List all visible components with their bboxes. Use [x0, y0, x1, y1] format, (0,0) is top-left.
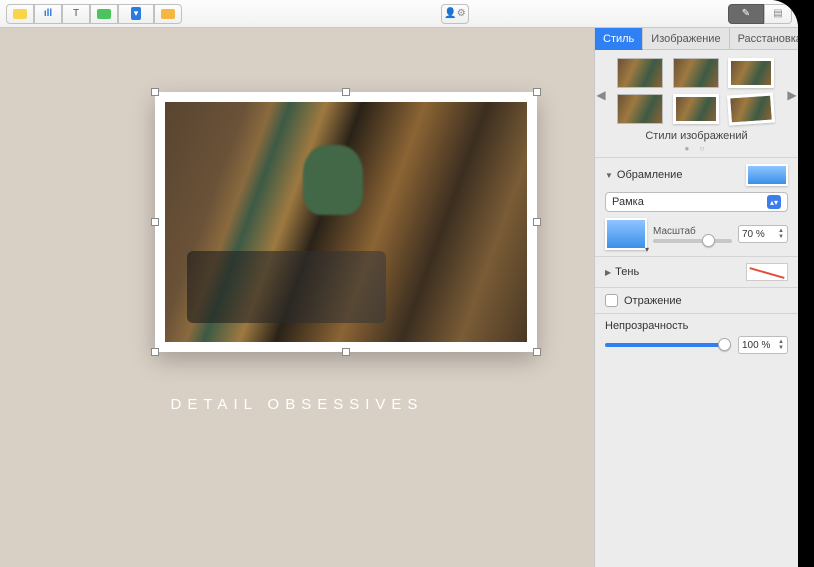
- resize-handle-b[interactable]: [342, 348, 350, 356]
- tab-image[interactable]: Изображение: [643, 28, 729, 50]
- resize-handle-tr[interactable]: [533, 88, 541, 96]
- scale-stepper[interactable]: 70 % ▲▼: [738, 225, 788, 243]
- format-sidebar: Стиль Изображение Расстановка ◀ ▶ Стили …: [594, 28, 798, 567]
- resize-handle-t[interactable]: [342, 88, 350, 96]
- text-icon: T: [73, 8, 79, 19]
- document-button[interactable]: ▤: [764, 4, 792, 24]
- shape-icon: [97, 9, 111, 19]
- shape-button[interactable]: [90, 4, 118, 24]
- styles-page-dots[interactable]: ● ○: [603, 144, 790, 153]
- dropdown-arrow-icon: ▴▾: [767, 195, 781, 209]
- image-styles-panel: ◀ ▶ Стили изображений ● ○: [595, 50, 798, 157]
- opacity-section: Непрозрачность 100 % ▲▼: [595, 313, 798, 360]
- slide-caption[interactable]: DETAIL OBSESSIVES: [0, 396, 594, 413]
- scale-label: Масштаб: [653, 226, 732, 237]
- text-button[interactable]: T: [62, 4, 90, 24]
- sidebar-tabs: Стиль Изображение Расстановка: [595, 28, 798, 50]
- scale-slider-knob[interactable]: [702, 234, 715, 247]
- reflection-checkbox[interactable]: [605, 294, 618, 307]
- border-section: ▼ Обрамление Рамка ▴▾ Масштаб: [595, 157, 798, 256]
- reflection-section: Отражение: [595, 287, 798, 313]
- border-preview: [746, 164, 788, 186]
- frame-style-picker[interactable]: [605, 218, 647, 250]
- opacity-label: Непрозрачность: [605, 320, 788, 332]
- style-thumb-3[interactable]: [728, 58, 774, 88]
- opacity-value: 100 %: [742, 340, 770, 351]
- scale-slider[interactable]: [653, 239, 732, 243]
- opacity-slider[interactable]: [605, 343, 730, 347]
- format-icon: ✎: [742, 8, 750, 19]
- shadow-section: ▶ Тень: [595, 256, 798, 287]
- comment-button[interactable]: [154, 4, 182, 24]
- stepper-arrows-icon[interactable]: ▲▼: [778, 339, 784, 351]
- resize-handle-tl[interactable]: [151, 88, 159, 96]
- chart-icon: ıll: [44, 8, 52, 19]
- collaborate-button[interactable]: 👤⚙: [441, 4, 469, 24]
- stepper-arrows-icon[interactable]: ▲▼: [778, 228, 784, 240]
- styles-prev[interactable]: ◀: [595, 88, 607, 102]
- media-button[interactable]: ▾: [118, 4, 154, 24]
- selected-image[interactable]: [155, 92, 537, 352]
- resize-handle-r[interactable]: [533, 218, 541, 226]
- frame-type-value: Рамка: [612, 196, 644, 208]
- format-button[interactable]: ✎: [728, 4, 764, 24]
- tab-style[interactable]: Стиль: [595, 28, 643, 50]
- style-thumb-2[interactable]: [673, 58, 719, 88]
- styles-next[interactable]: ▶: [786, 88, 798, 102]
- chart-button[interactable]: ıll: [34, 4, 62, 24]
- shadow-heading[interactable]: ▶ Тень: [605, 263, 788, 281]
- disclosure-down-icon: ▼: [605, 171, 613, 180]
- table-icon: [13, 9, 27, 19]
- opacity-stepper[interactable]: 100 % ▲▼: [738, 336, 788, 354]
- comment-icon: [161, 9, 175, 19]
- resize-handle-br[interactable]: [533, 348, 541, 356]
- table-button[interactable]: [6, 4, 34, 24]
- shadow-heading-label: Тень: [615, 266, 639, 278]
- main-toolbar: ıll T ▾ 👤⚙ ✎ ▤: [0, 0, 798, 28]
- style-thumb-6[interactable]: [727, 92, 775, 125]
- styles-label: Стили изображений: [603, 130, 790, 142]
- media-icon: ▾: [131, 7, 142, 20]
- opacity-slider-knob[interactable]: [718, 338, 731, 351]
- border-heading-label: Обрамление: [617, 169, 683, 181]
- resize-handle-bl[interactable]: [151, 348, 159, 356]
- scale-value: 70 %: [742, 229, 765, 240]
- style-thumb-5[interactable]: [673, 94, 719, 124]
- document-icon: ▤: [773, 8, 782, 19]
- shadow-preview: [746, 263, 788, 281]
- disclosure-right-icon: ▶: [605, 268, 611, 277]
- collab-icon: 👤⚙: [444, 8, 465, 19]
- style-thumb-1[interactable]: [617, 58, 663, 88]
- border-heading[interactable]: ▼ Обрамление: [605, 164, 788, 186]
- reflection-label: Отражение: [624, 295, 682, 307]
- tab-arrange[interactable]: Расстановка: [730, 28, 798, 50]
- slide-canvas[interactable]: DETAIL OBSESSIVES: [0, 28, 594, 567]
- frame-type-dropdown[interactable]: Рамка ▴▾: [605, 192, 788, 212]
- resize-handle-l[interactable]: [151, 218, 159, 226]
- image-content: [165, 102, 527, 342]
- style-thumb-4[interactable]: [617, 94, 663, 124]
